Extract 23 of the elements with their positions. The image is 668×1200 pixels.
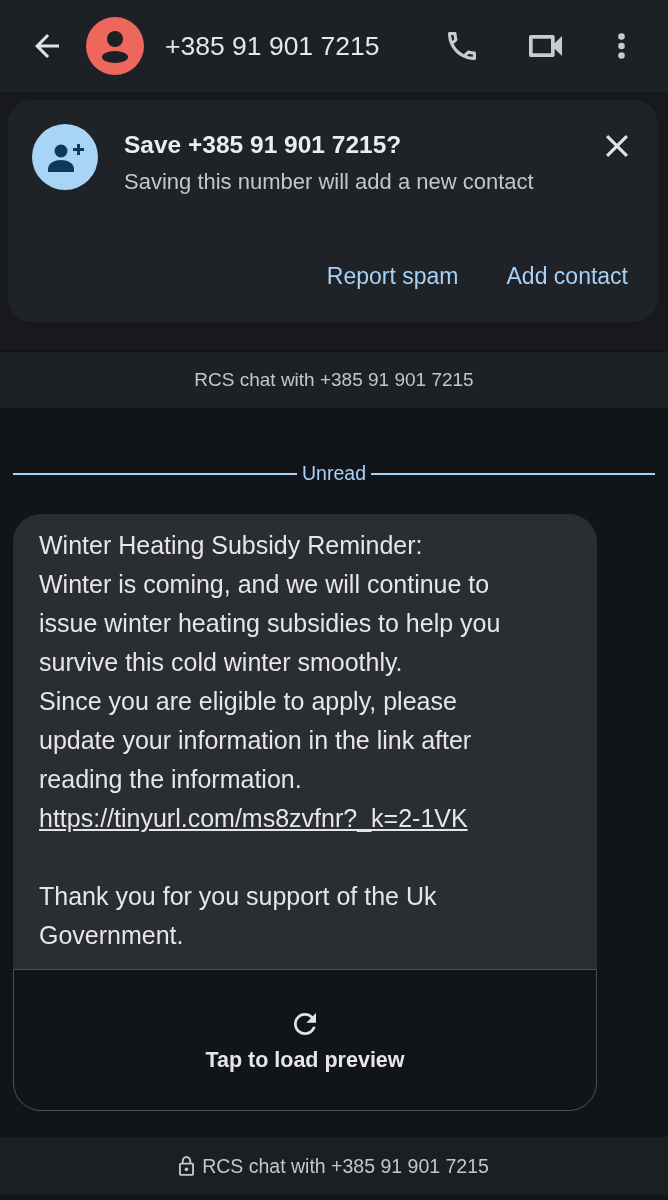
video-camera-icon[interactable] bbox=[529, 35, 562, 57]
chat-info-text: RCS chat with +385 91 901 7215 bbox=[194, 369, 474, 391]
refresh-icon bbox=[294, 1013, 316, 1035]
message-text: Winter Heating Subsidy Reminder: bbox=[39, 530, 424, 561]
phone-icon[interactable] bbox=[448, 32, 476, 60]
unread-label: Unread bbox=[302, 462, 366, 485]
message-text: Thank you for you support of the Uk Government. bbox=[39, 881, 438, 951]
chat-info-text: RCS chat with +385 91 901 7215 bbox=[202, 1154, 489, 1178]
contact-number-title: +385 91 901 7215 bbox=[165, 30, 381, 62]
back-arrow-icon[interactable] bbox=[35, 34, 59, 58]
lock-icon bbox=[179, 1156, 195, 1176]
add-contact-button[interactable]: Add contact bbox=[506, 263, 628, 290]
close-icon[interactable] bbox=[606, 135, 628, 157]
more-options-icon[interactable] bbox=[618, 33, 625, 59]
avatar-icon[interactable] bbox=[86, 17, 144, 75]
report-spam-button[interactable]: Report spam bbox=[326, 263, 459, 290]
add-person-icon bbox=[32, 124, 98, 190]
load-preview-button[interactable]: Tap to load preview bbox=[13, 969, 597, 1111]
save-contact-title: Save +385 91 901 7215? bbox=[124, 131, 403, 159]
save-contact-subtitle: Saving this number will add a new contact bbox=[124, 169, 535, 195]
message-link[interactable]: https://tinyurl.com/ms8zvfnr?_k=2-1VK bbox=[39, 799, 468, 838]
message-text: Since you are eligible to apply, please update your information in the link after reading the information. bbox=[39, 686, 473, 795]
message-text: Winter is coming, and we will continue to issue winter heating subsidies to help you survive this cold winter smoothly. bbox=[39, 569, 502, 678]
